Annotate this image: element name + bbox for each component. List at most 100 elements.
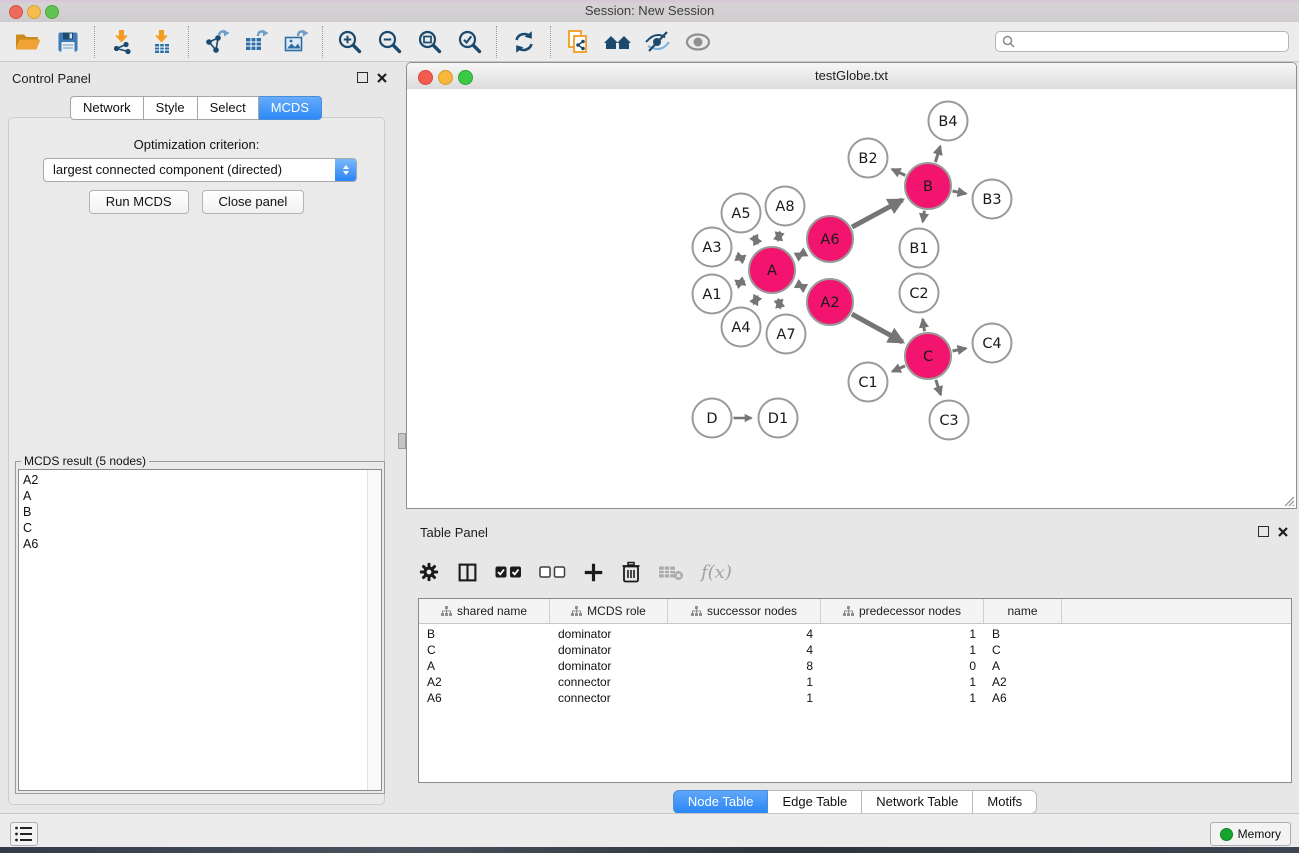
hide-graphics-details-button[interactable] <box>638 25 678 59</box>
column-header-MCDS-role[interactable]: MCDS role <box>550 599 668 623</box>
edge-B-B1[interactable] <box>923 211 925 222</box>
split-view-button[interactable] <box>457 562 478 583</box>
edge-A-A5[interactable] <box>754 236 758 243</box>
table-tabs: Node TableEdge TableNetwork TableMotifs <box>418 790 1292 814</box>
edge-A-A4[interactable] <box>754 296 758 303</box>
edge-B-B2[interactable] <box>892 169 905 175</box>
tab-network[interactable]: Network <box>70 96 144 120</box>
tab-select[interactable]: Select <box>198 96 259 120</box>
home-button[interactable] <box>598 25 638 59</box>
cell-successor-nodes: 4 <box>668 643 821 657</box>
table-row[interactable]: Adominator80A <box>419 658 1291 674</box>
edge-B-B3[interactable] <box>953 191 967 194</box>
column-header-name[interactable]: name <box>984 599 1062 623</box>
splitter-handle[interactable] <box>398 433 406 449</box>
import-table-button[interactable] <box>142 25 182 59</box>
add-column-button[interactable] <box>583 562 604 583</box>
import-network-icon <box>109 29 135 55</box>
column-header-shared-name[interactable]: shared name <box>419 599 550 623</box>
edge-A-A3[interactable] <box>737 257 744 260</box>
export-table-button[interactable] <box>236 25 276 59</box>
table-row[interactable]: Cdominator41C <box>419 642 1291 658</box>
function-builder-button[interactable]: f(x) <box>701 562 732 583</box>
import-network-button[interactable] <box>102 25 142 59</box>
result-item[interactable]: A2 <box>19 472 367 488</box>
edge-C-C3[interactable] <box>936 380 941 395</box>
table-row[interactable]: A6connector11A6 <box>419 690 1291 706</box>
search-box[interactable] <box>995 31 1289 52</box>
edge-A2-C[interactable] <box>852 314 903 342</box>
mcds-tab-content: Optimization criterion: largest connecte… <box>8 117 385 805</box>
export-network-button[interactable] <box>196 25 236 59</box>
control-panel-close-icon[interactable] <box>377 73 387 83</box>
mcds-result-listbox[interactable]: A2ABCA6 <box>18 469 382 791</box>
column-header-successor-nodes[interactable]: successor nodes <box>668 599 821 623</box>
close-panel-button[interactable]: Close panel <box>202 190 305 214</box>
clone-network-button[interactable] <box>558 25 598 59</box>
edge-A-A2[interactable] <box>798 285 803 288</box>
cell-name: A <box>984 659 1062 673</box>
edge-A-A7[interactable] <box>778 299 780 308</box>
eye-slash-icon <box>644 30 672 54</box>
task-history-button[interactable] <box>10 822 38 846</box>
application-window: Session: New Session <box>0 0 1299 853</box>
zoom-out-button[interactable] <box>370 25 410 59</box>
criterion-dropdown[interactable]: largest connected component (directed) <box>43 158 357 182</box>
edge-C-C1[interactable] <box>892 366 905 372</box>
edge-A-A1[interactable] <box>737 281 745 284</box>
delete-table-button[interactable] <box>658 562 684 582</box>
memory-button[interactable]: Memory <box>1210 822 1291 846</box>
result-scrollbar[interactable] <box>367 470 381 790</box>
network-window-titlebar[interactable]: testGlobe.txt <box>407 63 1296 90</box>
tab-node-table[interactable]: Node Table <box>673 790 769 814</box>
result-item[interactable]: C <box>19 520 367 536</box>
export-image-button[interactable] <box>276 25 316 59</box>
open-folder-icon <box>14 30 42 54</box>
network-graph: B4B2BB3B1A5A8A6A3AA1A2A4A7C2CC4C1C3DD1 <box>407 89 1296 508</box>
tab-motifs[interactable]: Motifs <box>973 790 1037 814</box>
edge-A-A8[interactable] <box>778 232 780 241</box>
table-panel-float-button[interactable] <box>1258 526 1269 537</box>
edge-A6-B[interactable] <box>852 200 903 227</box>
table-settings-button[interactable] <box>418 561 440 583</box>
select-all-button[interactable] <box>495 565 522 579</box>
table-row[interactable]: Bdominator41B <box>419 626 1291 642</box>
result-item[interactable]: A <box>19 488 367 504</box>
result-item[interactable]: B <box>19 504 367 520</box>
zoom-in-button[interactable] <box>330 25 370 59</box>
edge-B-B4[interactable] <box>935 146 940 162</box>
refresh-button[interactable] <box>504 25 544 59</box>
table-panel-close-icon[interactable] <box>1278 527 1288 537</box>
node-label: C2 <box>909 286 928 302</box>
dropdown-stepper-icon[interactable] <box>335 159 356 181</box>
table-row[interactable]: A2connector11A2 <box>419 674 1291 690</box>
show-graphics-details-button[interactable] <box>678 25 718 59</box>
network-canvas[interactable]: B4B2BB3B1A5A8A6A3AA1A2A4A7C2CC4C1C3DD1 <box>407 89 1296 508</box>
search-input[interactable] <box>1019 34 1288 50</box>
edge-C-C4[interactable] <box>953 348 967 351</box>
tab-style[interactable]: Style <box>144 96 198 120</box>
tab-mcds[interactable]: MCDS <box>259 96 322 120</box>
node-label: D <box>706 411 717 427</box>
toolbar-separator <box>322 26 324 58</box>
save-session-button[interactable] <box>48 25 88 59</box>
toolbar-separator <box>94 26 96 58</box>
memory-status-icon <box>1220 828 1233 841</box>
zoom-selected-button[interactable] <box>450 25 490 59</box>
tab-network-table[interactable]: Network Table <box>862 790 973 814</box>
node-label: A8 <box>775 199 794 215</box>
tab-edge-table[interactable]: Edge Table <box>768 790 862 814</box>
edge-A-A6[interactable] <box>799 253 804 256</box>
open-session-button[interactable] <box>8 25 48 59</box>
result-item[interactable]: A6 <box>19 536 367 552</box>
edge-C-C2[interactable] <box>923 319 925 331</box>
delete-column-button[interactable] <box>621 561 641 583</box>
memory-label: Memory <box>1238 827 1281 841</box>
zoom-fit-button[interactable] <box>410 25 450 59</box>
resize-grip-icon[interactable] <box>1282 494 1295 507</box>
column-header-predecessor-nodes[interactable]: predecessor nodes <box>821 599 984 623</box>
control-panel-float-button[interactable] <box>357 72 368 83</box>
run-mcds-button[interactable]: Run MCDS <box>89 190 189 214</box>
cell-shared-name: A6 <box>419 691 550 705</box>
deselect-all-button[interactable] <box>539 565 566 579</box>
